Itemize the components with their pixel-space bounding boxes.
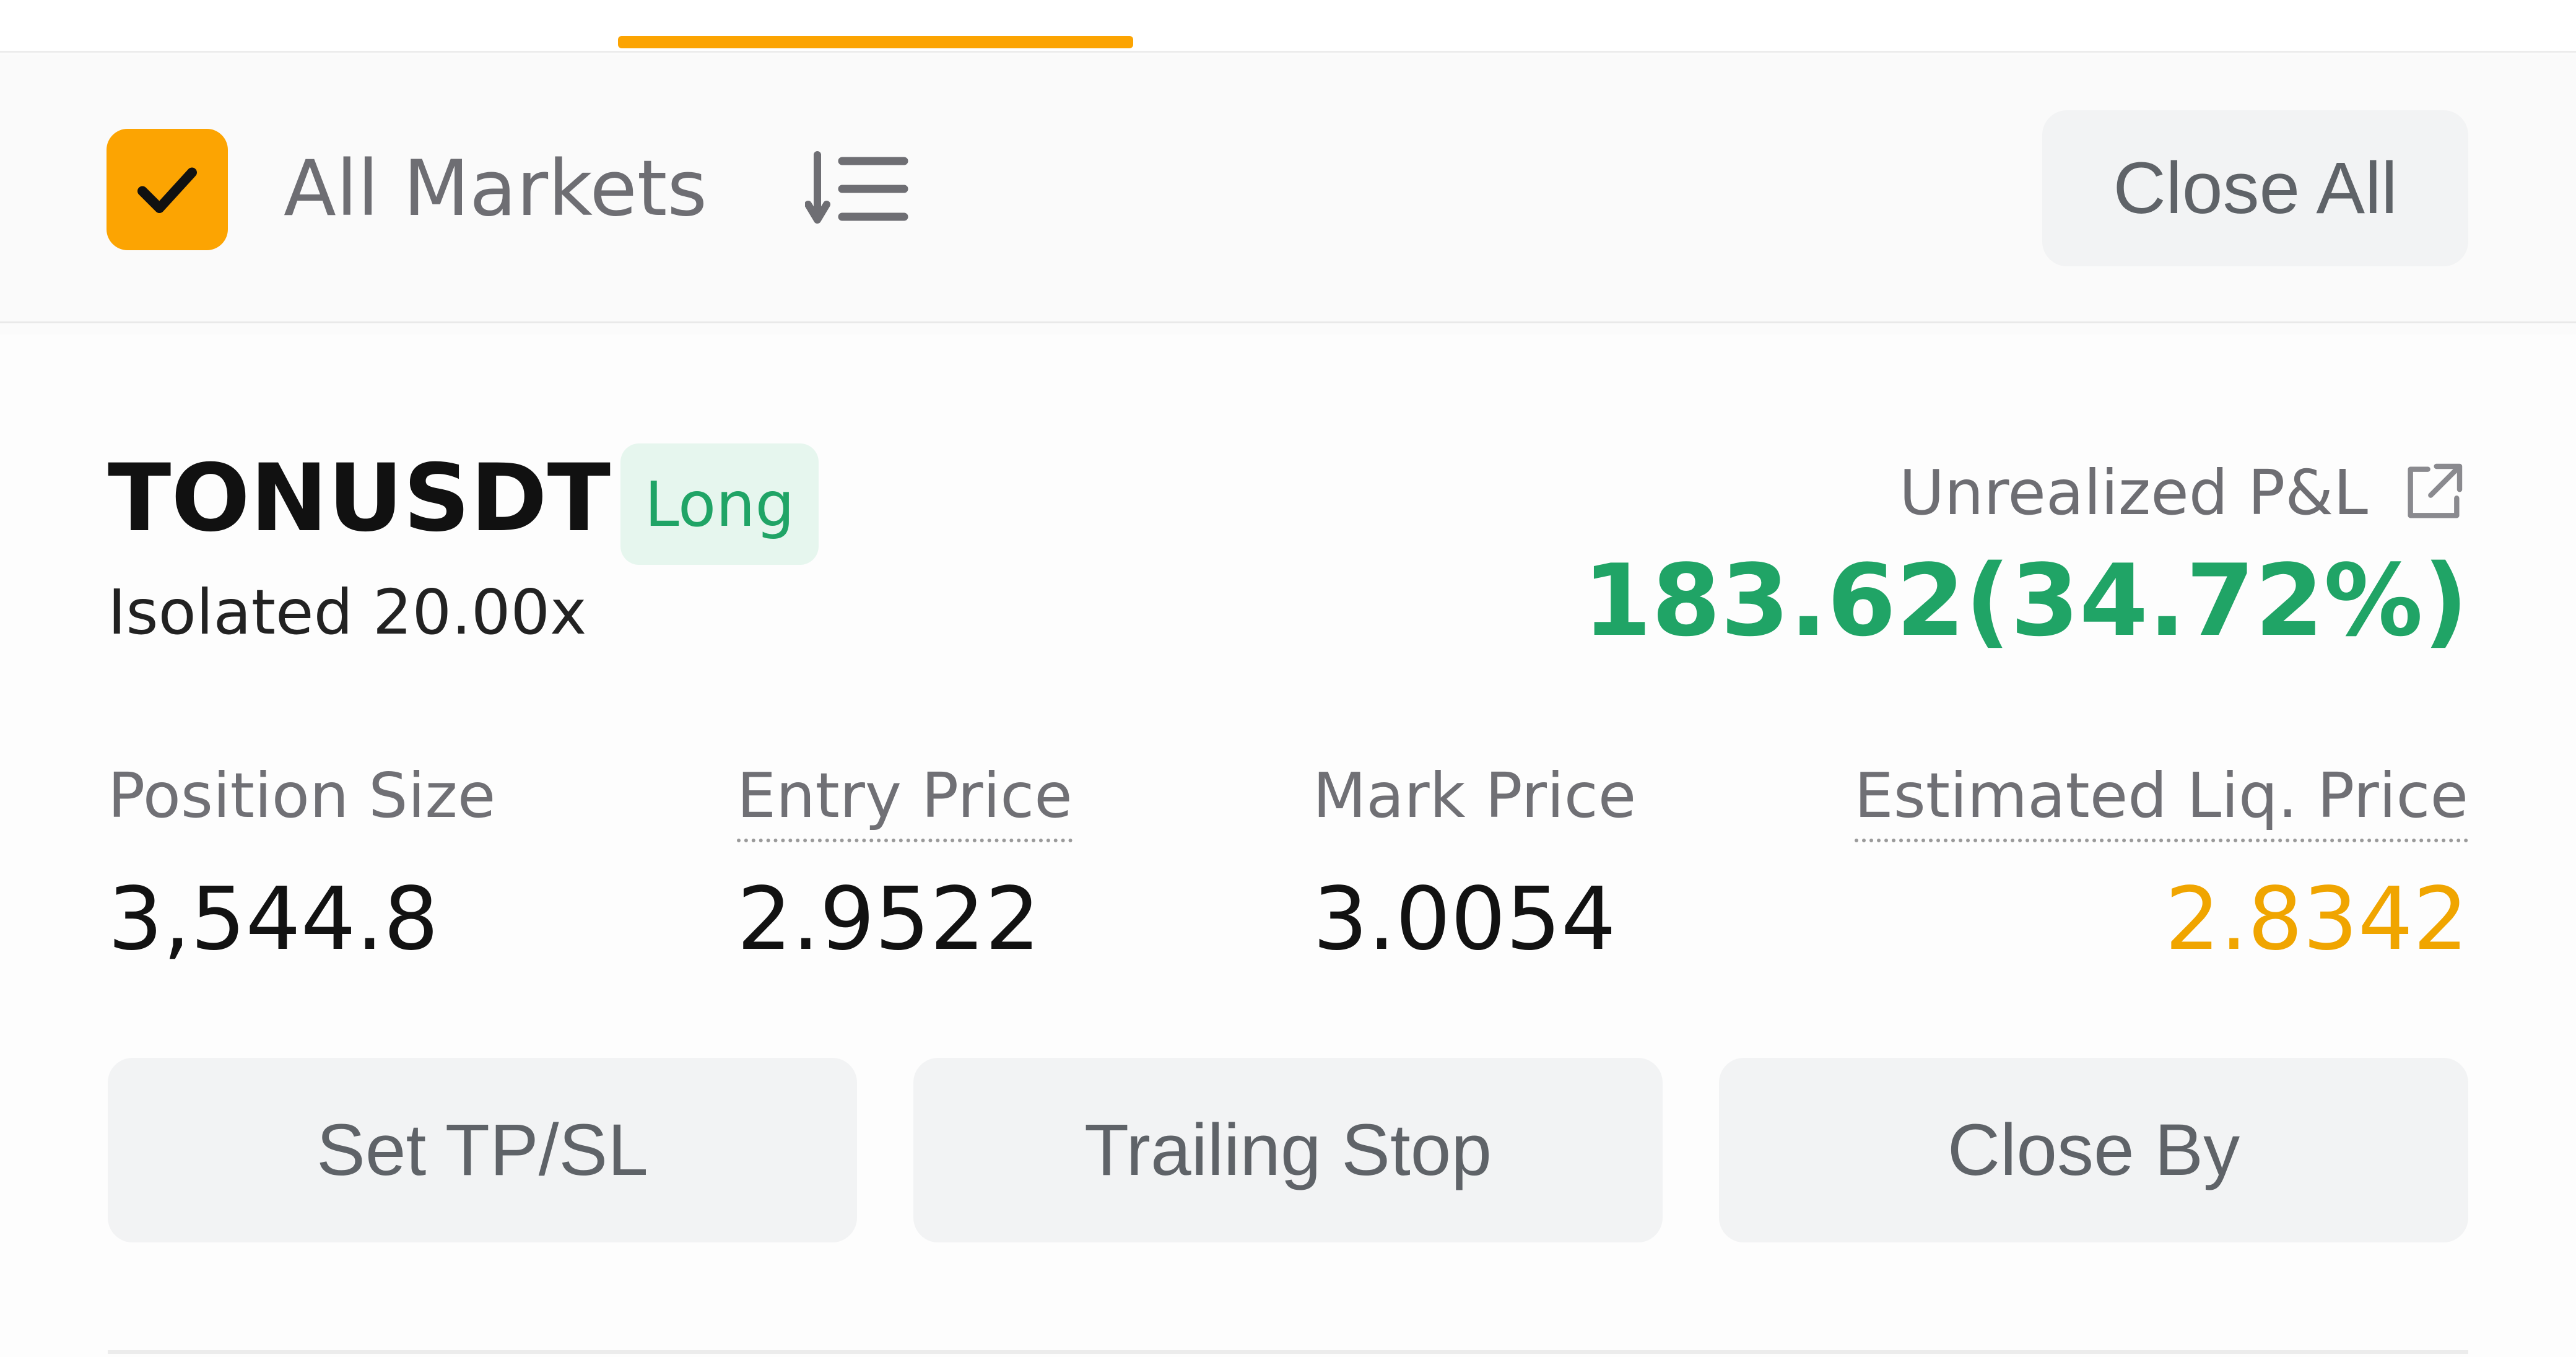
liquidation-price-label[interactable]: Estimated Liq. Price (1854, 749, 2468, 842)
close-all-button[interactable]: Close All (2042, 110, 2468, 266)
close-by-button[interactable]: Close By (1719, 1058, 2468, 1242)
share-external-icon[interactable] (2399, 458, 2468, 527)
active-tab-indicator (618, 36, 1133, 48)
filter-bar: All Markets Close All (0, 55, 2576, 323)
unrealized-pnl-label: Unrealized P&L (1899, 456, 2368, 529)
all-markets-label[interactable]: All Markets (284, 136, 707, 242)
positions-screen: All Markets Close All TONUSDT Long Isola… (0, 0, 2576, 1357)
position-size-value: 3,544.8 (108, 869, 439, 970)
position-symbol[interactable]: TONUSDT (108, 440, 611, 557)
checkmark-icon (137, 167, 197, 213)
unrealized-pnl-header: Unrealized P&L (1899, 440, 2468, 545)
position-card: TONUSDT Long Isolated 20.00x Unrealized … (0, 334, 2576, 1357)
liquidation-price-value: 2.8342 (2165, 869, 2468, 970)
unrealized-pnl-value: 183.62(34.72%) (1582, 543, 2468, 658)
mark-price-label: Mark Price (1313, 759, 1637, 832)
mark-price-stat: Mark Price 3.0054 (1313, 749, 1636, 972)
position-size-label: Position Size (108, 759, 496, 832)
margin-mode[interactable]: Isolated 20.00x (108, 576, 586, 648)
tab-strip (0, 0, 2576, 53)
set-tp-sl-button[interactable]: Set TP/SL (108, 1058, 857, 1242)
divider (108, 1350, 2468, 1354)
side-badge: Long (620, 443, 819, 565)
position-size-stat: Position Size 3,544.8 (108, 749, 495, 972)
trailing-stop-button[interactable]: Trailing Stop (913, 1058, 1663, 1242)
liquidation-price-stat: Estimated Liq. Price 2.8342 (1854, 749, 2468, 972)
mark-price-value: 3.0054 (1313, 869, 1616, 970)
entry-price-value: 2.9522 (737, 869, 1040, 970)
entry-price-stat: Entry Price 2.9522 (737, 749, 1073, 972)
all-markets-checkbox[interactable] (107, 129, 228, 250)
sort-list-icon[interactable] (805, 149, 910, 229)
entry-price-label[interactable]: Entry Price (737, 749, 1073, 842)
